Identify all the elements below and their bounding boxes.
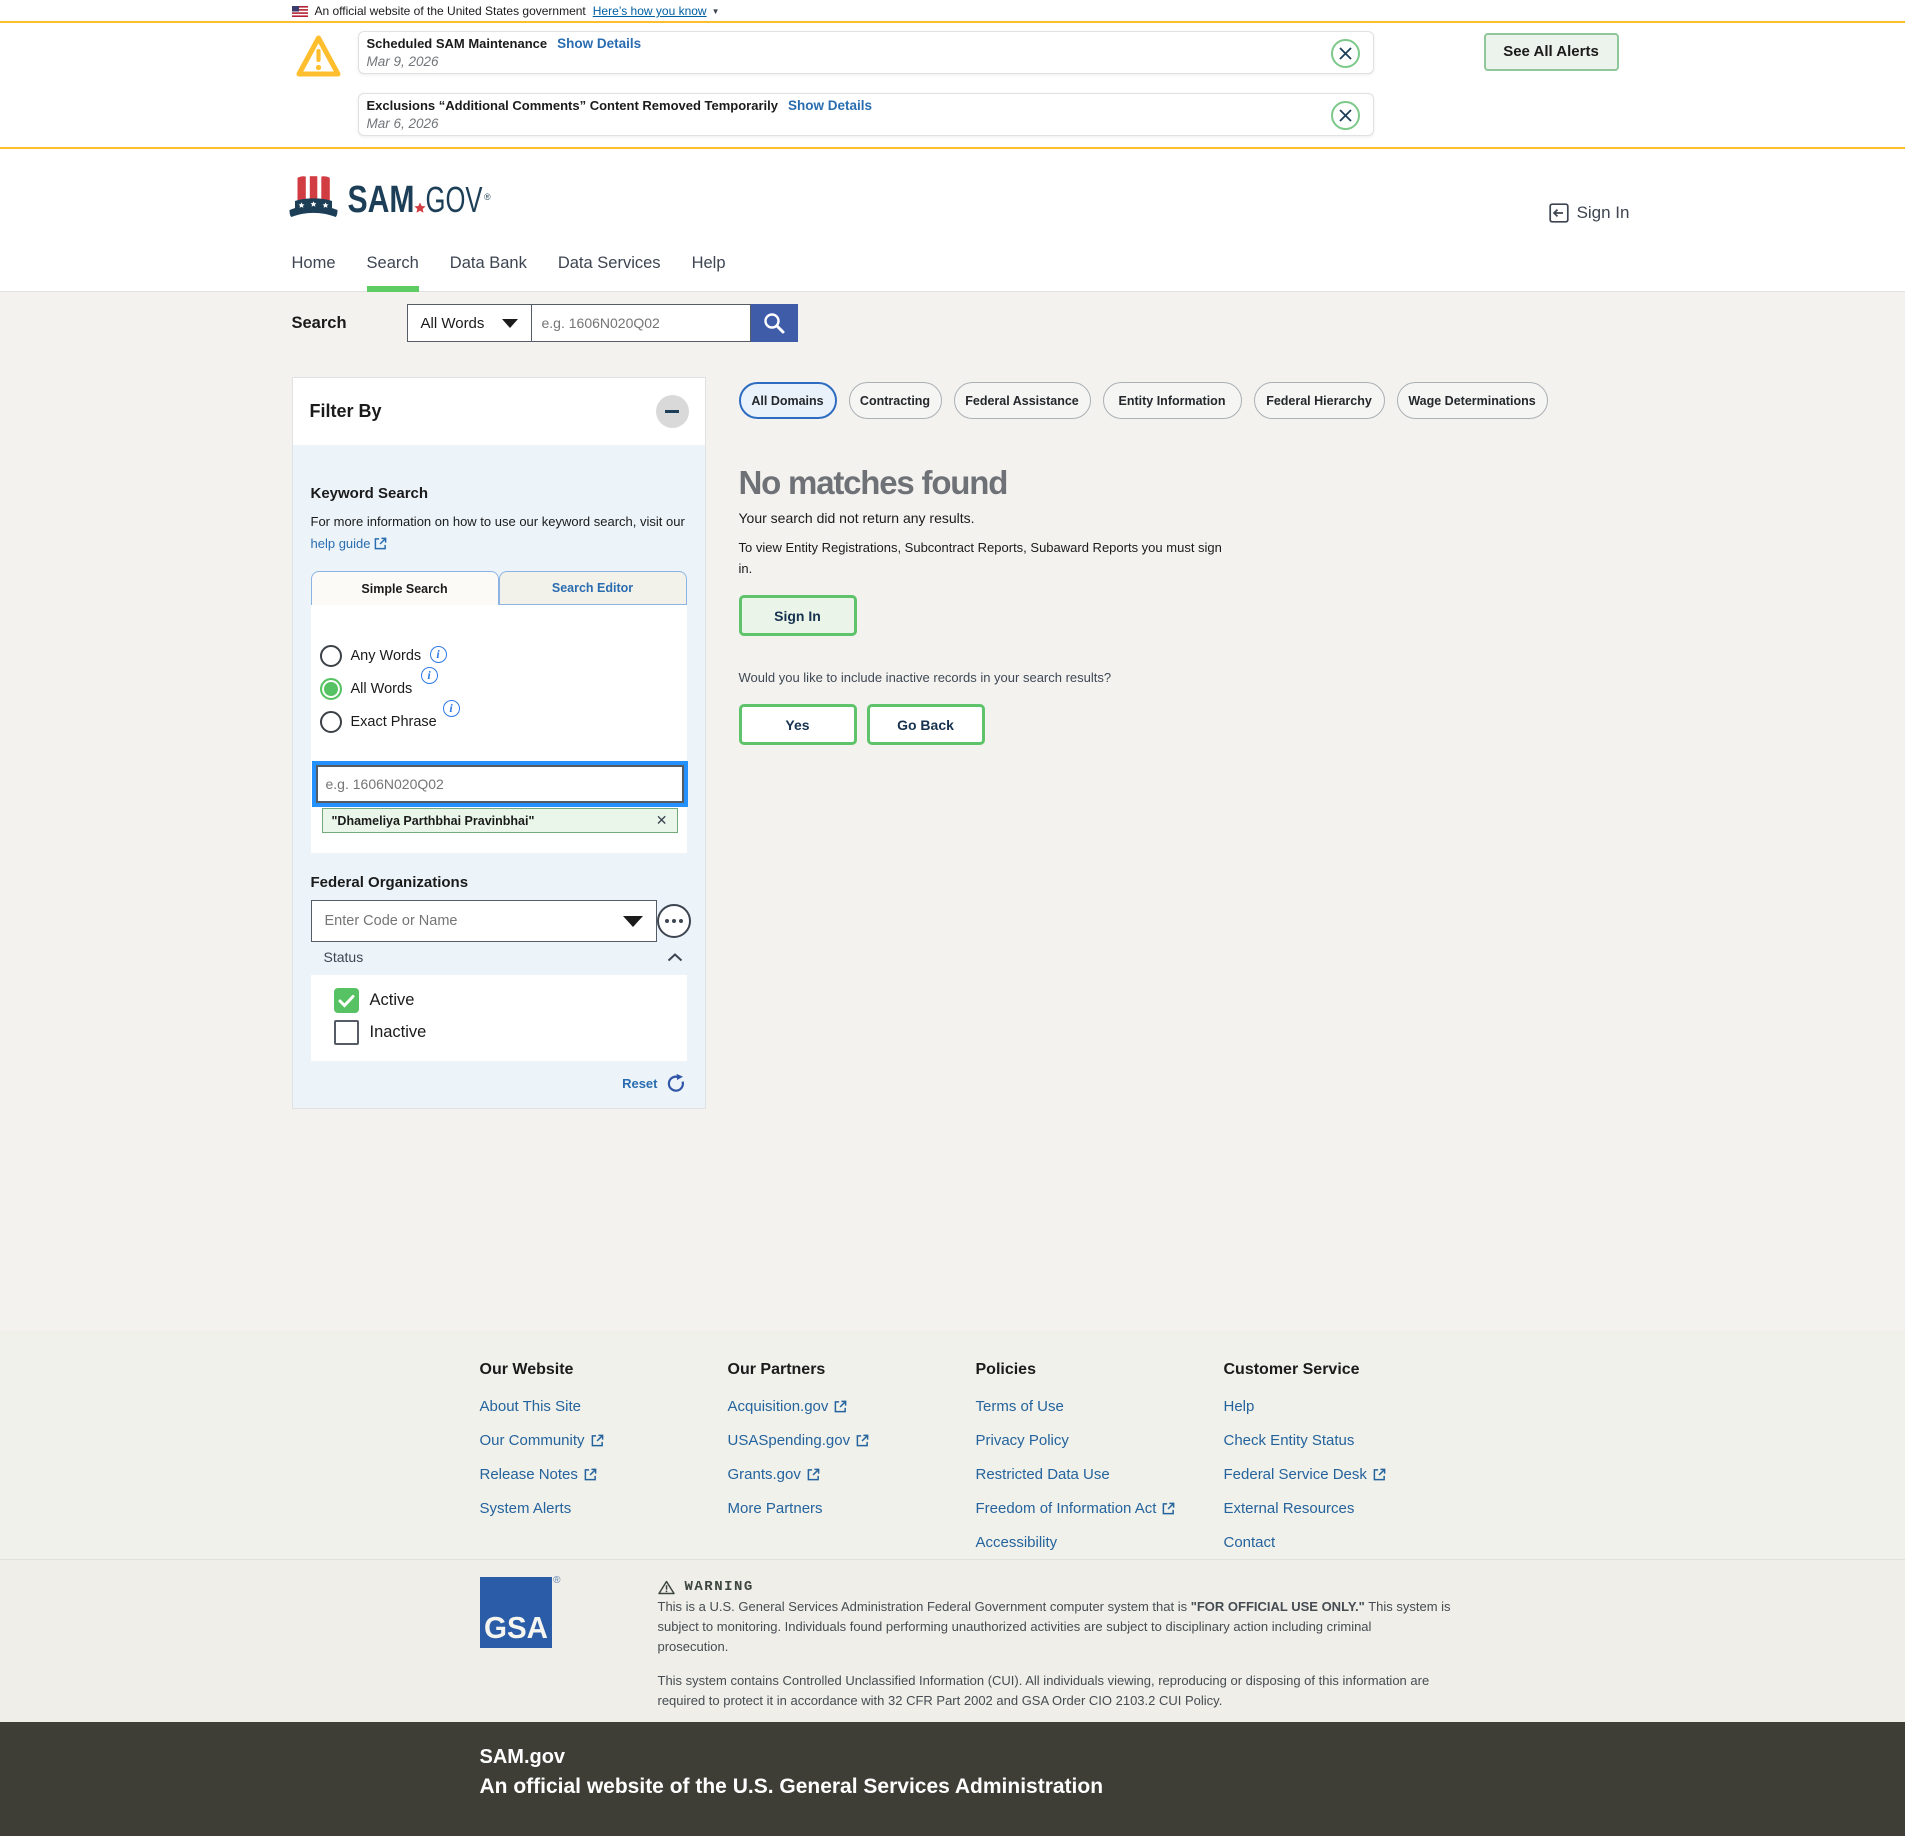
svg-text:SAM: SAM (347, 179, 414, 221)
svg-text:GOV: GOV (425, 179, 482, 220)
svg-text:®: ® (484, 192, 491, 202)
svg-text:GSA: GSA (484, 1611, 548, 1641)
